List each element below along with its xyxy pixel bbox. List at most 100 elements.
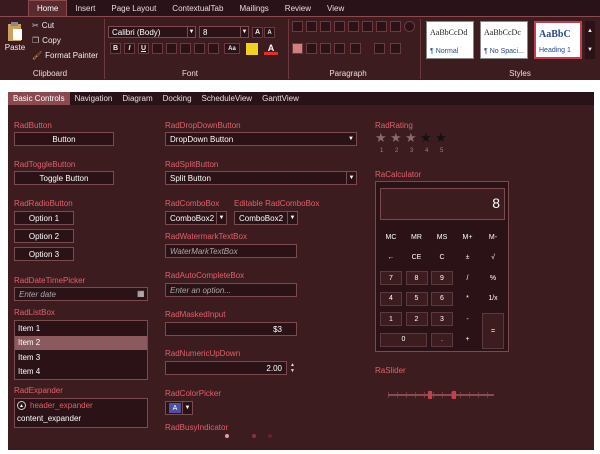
show-marks-icon[interactable] <box>376 21 387 32</box>
tab-review[interactable]: Review <box>277 0 319 16</box>
split-button[interactable]: Split Button ▼ <box>165 171 357 185</box>
editable-combobox[interactable]: ComboBox2 ▼ <box>234 211 298 225</box>
color-picker[interactable]: A ▼ <box>165 401 193 415</box>
tab-insert[interactable]: Insert <box>67 0 103 16</box>
grow-font-icon[interactable]: A <box>252 27 263 38</box>
radio-option-1[interactable]: Option 1 <box>14 211 74 225</box>
chevron-down-icon[interactable]: ▼ <box>287 212 297 224</box>
style-heading-1[interactable]: AaBbC Heading 1 <box>534 21 582 59</box>
italic-icon[interactable]: I <box>124 43 135 54</box>
calc-key[interactable]: 4 <box>380 291 402 306</box>
calc-key[interactable]: 1 <box>380 312 402 326</box>
numbering-icon[interactable] <box>306 21 317 32</box>
text-effects-icon[interactable] <box>194 43 205 54</box>
chevron-down-icon[interactable]: ▼ <box>290 368 298 374</box>
tab-mailings[interactable]: Mailings <box>231 0 276 16</box>
calc-key[interactable]: % <box>482 271 504 285</box>
watermark-textbox[interactable]: WaterMarkTextBox <box>165 244 297 258</box>
calc-key[interactable]: √ <box>482 250 504 265</box>
tab-basic-controls[interactable]: Basic Controls <box>8 92 70 105</box>
bold-icon[interactable]: B <box>110 43 121 54</box>
paragraph-borders-icon[interactable] <box>390 43 401 54</box>
styles-scroll[interactable]: ▲ ▼ <box>585 21 595 59</box>
justify-icon[interactable] <box>334 43 345 54</box>
tab-home[interactable]: Home <box>28 0 68 16</box>
calc-key[interactable]: 8 <box>405 271 428 285</box>
list-item[interactable]: Item 4 <box>15 365 147 380</box>
calc-key[interactable]: M+ <box>456 230 479 244</box>
style-normal[interactable]: AaBbCcDd ¶ Normal <box>426 21 474 59</box>
decrease-indent-icon[interactable] <box>334 21 345 32</box>
masked-input[interactable]: $3 <box>165 322 297 336</box>
numeric-input[interactable]: 2.00 <box>165 361 287 375</box>
list-item[interactable]: Item 3 <box>15 350 147 365</box>
cut-button[interactable]: ✂ Cut <box>32 21 54 30</box>
tab-page-layout[interactable]: Page Layout <box>103 0 164 16</box>
tab-navigation[interactable]: Navigation <box>70 92 118 105</box>
list-item[interactable]: Item 1 <box>15 321 147 336</box>
format-painter-button[interactable]: 🖌 Format Painter <box>32 51 98 60</box>
multilevel-list-icon[interactable] <box>320 21 331 32</box>
calendar-icon[interactable]: ▦ <box>137 289 145 298</box>
strikethrough-icon[interactable] <box>152 43 163 54</box>
search-icon[interactable] <box>404 21 415 32</box>
calc-key[interactable]: 6 <box>431 291 453 306</box>
expander-header[interactable]: ▲ header_expander <box>17 401 93 410</box>
tab-scheduleview[interactable]: ScheduleView <box>197 92 258 105</box>
calc-key-equals[interactable]: = <box>482 313 504 349</box>
calc-key[interactable]: M- <box>482 230 504 244</box>
calc-key[interactable]: + <box>456 332 479 347</box>
underline-icon[interactable]: U <box>138 43 149 54</box>
date-input[interactable]: Enter date <box>14 287 148 301</box>
slider-thumb[interactable] <box>428 391 432 399</box>
combobox[interactable]: ComboBox2 ▼ <box>165 211 227 225</box>
clear-format-icon[interactable] <box>208 43 219 54</box>
paste-button[interactable]: Paste <box>4 21 26 59</box>
demo-button[interactable]: Button <box>14 132 114 146</box>
calc-key[interactable]: ± <box>456 250 479 265</box>
calc-key[interactable]: * <box>456 291 479 306</box>
calc-key[interactable]: 7 <box>380 271 402 285</box>
radio-option-2[interactable]: Option 2 <box>14 229 74 243</box>
calc-key[interactable]: MS <box>431 230 453 244</box>
increase-indent-icon[interactable] <box>348 21 359 32</box>
autocomplete-input[interactable]: Enter an option... <box>165 283 297 297</box>
align-right-icon[interactable] <box>320 43 331 54</box>
calc-key[interactable]: / <box>456 271 479 285</box>
calc-key[interactable]: MR <box>405 230 428 244</box>
calc-key[interactable]: 1/x <box>482 291 504 306</box>
star-icon[interactable]: ★ <box>405 130 417 146</box>
tab-docking[interactable]: Docking <box>158 92 197 105</box>
superscript-icon[interactable] <box>180 43 191 54</box>
toggle-button[interactable]: Toggle Button <box>14 171 114 185</box>
align-center-icon[interactable] <box>306 43 317 54</box>
list-item-selected[interactable]: Item 2 <box>15 335 147 350</box>
highlight-icon[interactable] <box>246 43 258 55</box>
chevron-down-icon[interactable]: ▼ <box>346 172 356 184</box>
star-icon[interactable]: ★ <box>420 130 432 146</box>
calc-key[interactable]: MC <box>380 230 402 244</box>
line-spacing-icon[interactable] <box>350 43 361 54</box>
font-color-icon[interactable]: A <box>264 43 278 55</box>
slider-thumb[interactable] <box>452 391 456 399</box>
sort-icon[interactable] <box>362 21 373 32</box>
font-size-combo[interactable]: 8 ▼ <box>199 26 249 38</box>
shading-icon[interactable] <box>374 43 385 54</box>
calc-key[interactable]: ← <box>380 250 402 265</box>
calc-key[interactable]: CE <box>405 250 428 265</box>
star-icon[interactable]: ★ <box>435 130 447 146</box>
calc-key[interactable]: . <box>431 332 453 347</box>
calc-key[interactable]: C <box>431 250 453 265</box>
tab-diagram[interactable]: Diagram <box>117 92 157 105</box>
bullets-icon[interactable] <box>292 21 303 32</box>
font-family-combo[interactable]: Calibri (Body) ▼ <box>108 26 196 38</box>
shrink-font-icon[interactable]: A <box>264 27 275 38</box>
tab-ganttview[interactable]: GanttView <box>257 92 304 105</box>
star-icon[interactable]: ★ <box>390 130 402 146</box>
tab-contextual[interactable]: ContextualTab <box>164 0 231 16</box>
calc-key[interactable]: 2 <box>405 312 428 326</box>
change-case-icon[interactable]: Aa <box>224 43 240 54</box>
dropdown-button[interactable]: DropDown Button ▼ <box>165 132 357 146</box>
calc-key[interactable]: 9 <box>431 271 453 285</box>
borders-icon[interactable] <box>390 21 401 32</box>
